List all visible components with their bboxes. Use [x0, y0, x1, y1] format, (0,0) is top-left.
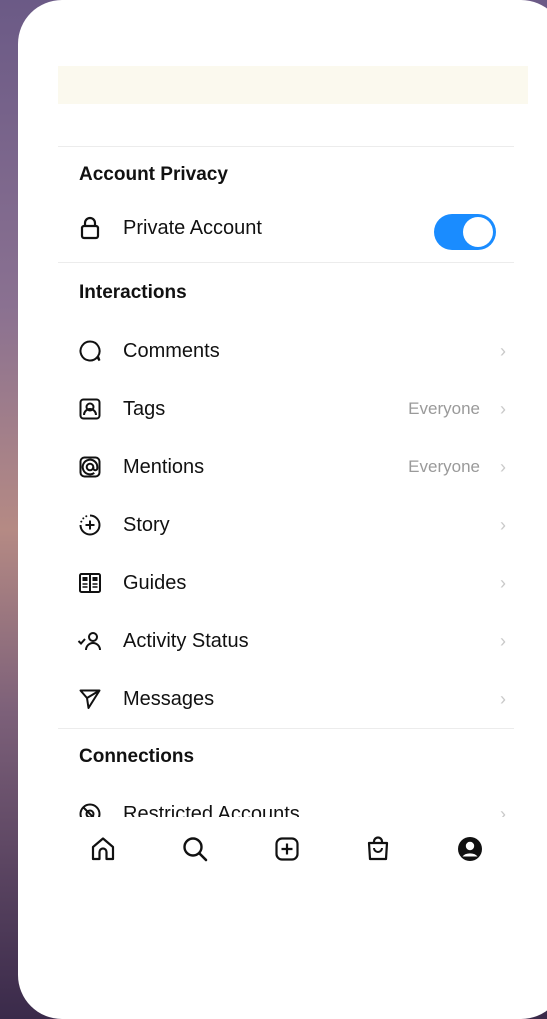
toggle-knob	[463, 217, 493, 247]
create-plus-icon[interactable]	[270, 832, 304, 866]
interactions-item-label: Comments	[123, 339, 220, 362]
chevron-right-icon: ›	[500, 688, 506, 709]
tag-person-icon	[77, 396, 103, 422]
interactions-item-messages[interactable]: Messages ›	[58, 676, 514, 722]
phone-screen: Account Privacy Private Account Interact…	[18, 0, 547, 1019]
interactions-item-activity-status[interactable]: Activity Status ›	[58, 618, 514, 664]
interactions-item-label: Guides	[123, 571, 187, 594]
interactions-item-value: Everyone	[408, 457, 480, 476]
interactions-item-value: Everyone	[408, 399, 480, 418]
search-icon[interactable]	[178, 832, 212, 866]
at-sign-icon	[77, 454, 103, 480]
chevron-right-icon: ›	[500, 630, 506, 651]
connections-item-label: Restricted Accounts	[123, 802, 300, 818]
private-account-toggle[interactable]	[434, 214, 496, 250]
chevron-right-icon: ›	[500, 456, 506, 477]
guides-book-icon	[77, 570, 103, 596]
chevron-right-icon: ›	[500, 572, 506, 593]
chevron-right-icon: ›	[500, 340, 506, 361]
section-title-connections: Connections	[79, 746, 195, 767]
interactions-item-label: Mentions	[123, 455, 205, 478]
bottom-tab-bar	[58, 818, 514, 888]
chevron-right-icon: ›	[500, 398, 506, 419]
interactions-item-tags[interactable]: Tags Everyone ›	[58, 386, 514, 432]
interactions-item-mentions[interactable]: Mentions Everyone ›	[58, 444, 514, 490]
divider	[58, 146, 514, 147]
interactions-item-label: Messages	[123, 687, 215, 710]
restricted-eye-icon	[77, 801, 103, 817]
private-account-label: Private Account	[123, 216, 262, 239]
connections-item-restricted-accounts[interactable]: Restricted Accounts ›	[58, 795, 514, 817]
lock-icon	[77, 215, 103, 241]
profile-icon[interactable]	[453, 832, 487, 866]
chevron-right-icon: ›	[500, 514, 506, 535]
section-title-interactions: Interactions	[79, 282, 187, 303]
shop-bag-icon[interactable]	[361, 832, 395, 866]
interactions-item-story[interactable]: Story ›	[58, 502, 514, 548]
section-title-account-privacy: Account Privacy	[79, 164, 228, 185]
top-banner	[58, 66, 528, 104]
activity-status-icon	[77, 628, 103, 654]
interactions-item-guides[interactable]: Guides ›	[58, 560, 514, 606]
story-plus-icon	[77, 512, 103, 538]
divider	[58, 728, 514, 729]
home-icon[interactable]	[86, 832, 120, 866]
comment-icon	[77, 338, 103, 364]
paper-plane-icon	[77, 686, 103, 712]
restricted-row-inner: Restricted Accounts ›	[58, 795, 514, 817]
interactions-item-label: Tags	[123, 397, 166, 420]
interactions-item-label: Story	[123, 513, 170, 536]
divider	[58, 262, 514, 263]
chevron-right-icon: ›	[500, 803, 506, 818]
interactions-item-comments[interactable]: Comments ›	[58, 328, 514, 374]
interactions-item-label: Activity Status	[123, 629, 249, 652]
